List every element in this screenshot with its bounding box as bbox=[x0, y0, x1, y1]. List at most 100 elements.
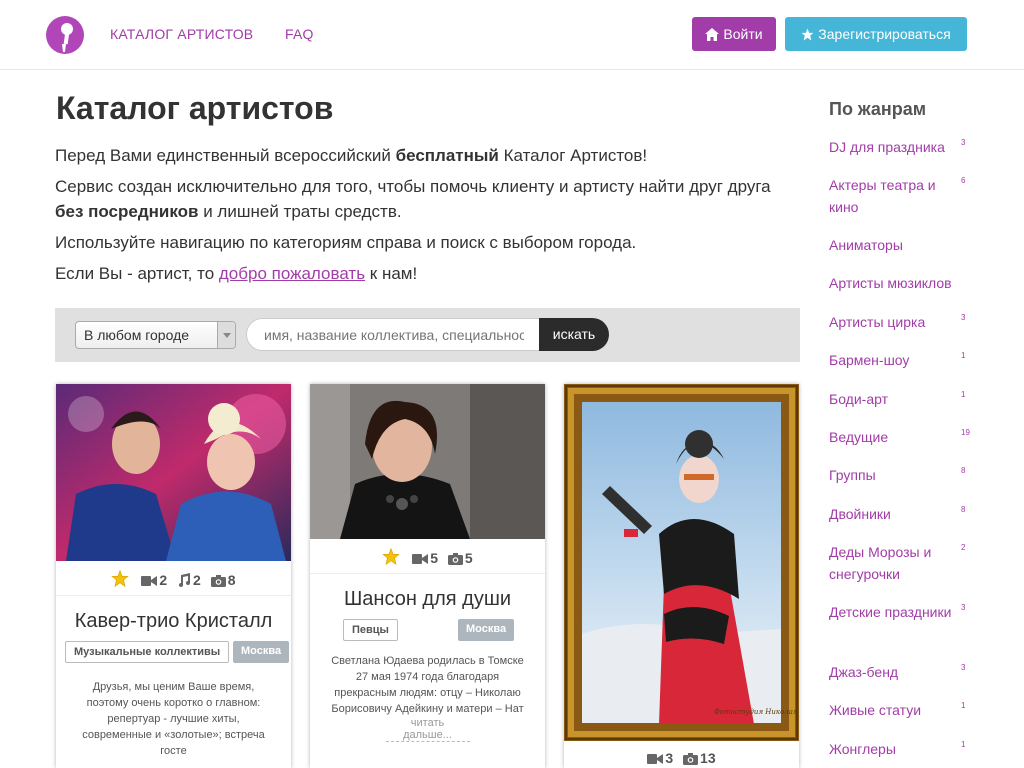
artist-card-3[interactable]: Фотостудия Николая Турина 2013 3 13 bbox=[564, 384, 799, 768]
sidebar-item-kids-parties[interactable]: Детские праздники bbox=[829, 601, 959, 623]
artist-card-2[interactable]: 5 5 Шансон для души Певцы Москва Светлан… bbox=[310, 384, 545, 768]
nav-catalog-link[interactable]: КАТАЛОГ АРТИСТОВ bbox=[110, 26, 253, 42]
sidebar-item-jugglers[interactable]: Жонглеры bbox=[829, 738, 959, 760]
video-count: 5 bbox=[412, 550, 438, 566]
page-title: Каталог артистов bbox=[56, 90, 334, 126]
video-camera-icon bbox=[647, 754, 664, 764]
category-tag[interactable]: Певцы bbox=[343, 619, 398, 641]
intro-line-3: Используйте навигацию по категориям спра… bbox=[55, 233, 637, 252]
category-tag[interactable]: Музыкальные коллективы bbox=[65, 641, 230, 663]
artist-description-2: Светлана Юдаева родилась в Томске 27 мая… bbox=[331, 655, 524, 715]
intro-line-2c: и лишней траты средств. bbox=[198, 202, 402, 221]
video-count: 3 bbox=[647, 750, 673, 766]
genre-count-badge: 1 bbox=[961, 740, 966, 749]
genre-count-badge: 1 bbox=[961, 351, 966, 360]
intro-text: Перед Вами единственный всероссийский бе… bbox=[55, 143, 795, 292]
welcome-link[interactable]: добро пожаловать bbox=[219, 264, 365, 283]
genre-count-badge: 8 bbox=[961, 466, 966, 475]
register-button[interactable]: Зарегистрироваться bbox=[785, 17, 967, 51]
genre-count-badge: 3 bbox=[961, 313, 966, 322]
music-note-icon bbox=[179, 573, 191, 587]
rating-star bbox=[382, 547, 402, 566]
camera-icon bbox=[447, 553, 463, 565]
microphone-logo-icon[interactable] bbox=[46, 16, 84, 54]
search-input[interactable] bbox=[246, 318, 542, 351]
card-tags-1: Музыкальные коллективы Москва bbox=[60, 641, 290, 667]
genre-count-badge: 3 bbox=[961, 603, 966, 612]
top-navbar: КАТАЛОГ АРТИСТОВ FAQ Войти Зарегистриров… bbox=[0, 0, 1024, 70]
chevron-down-icon[interactable] bbox=[217, 322, 235, 348]
star-icon bbox=[801, 28, 814, 41]
read-more-link[interactable]: читать дальше... bbox=[385, 717, 470, 742]
sidebar-item-circus[interactable]: Артисты цирка bbox=[829, 311, 959, 333]
photo-count: 5 bbox=[447, 550, 473, 566]
intro-line-2a: Сервис создан исключительно для того, чт… bbox=[55, 177, 771, 196]
register-label: Зарегистрироваться bbox=[818, 26, 951, 42]
card-stats-3: 3 13 bbox=[564, 741, 799, 768]
login-button[interactable]: Войти bbox=[692, 17, 776, 51]
audio-count-value: 2 bbox=[193, 572, 201, 588]
sidebar-item-doubles[interactable]: Двойники bbox=[829, 503, 959, 525]
card-stats-2: 5 5 bbox=[310, 539, 545, 574]
sidebar-item-animators[interactable]: Аниматоры bbox=[829, 234, 959, 256]
intro-line-2: Сервис создан исключительно для того, чт… bbox=[55, 174, 795, 224]
city-select[interactable]: В любом городе bbox=[75, 321, 236, 349]
city-tag[interactable]: Москва bbox=[458, 619, 515, 641]
artist-card-1[interactable]: 2 2 8 Кавер-трио Кристалл Музыкальные ко… bbox=[56, 384, 291, 768]
genre-count-badge: 1 bbox=[961, 701, 966, 710]
city-tag[interactable]: Москва bbox=[233, 641, 290, 663]
sidebar-item-hosts[interactable]: Ведущие bbox=[829, 426, 959, 448]
login-label: Войти bbox=[723, 26, 763, 42]
photo-count: 13 bbox=[683, 750, 716, 766]
video-count-value: 2 bbox=[159, 572, 168, 588]
genre-count-badge: 2 bbox=[961, 543, 966, 552]
sidebar-item-barman-show[interactable]: Бармен-шоу bbox=[829, 349, 959, 371]
star-icon bbox=[111, 569, 130, 588]
city-select-value: В любом городе bbox=[84, 327, 190, 343]
artist-photo-3[interactable]: Фотостудия Николая Турина 2013 bbox=[564, 384, 799, 741]
sidebar-item-santa[interactable]: Деды Морозы и снегурочки bbox=[829, 541, 959, 585]
genre-count-badge: 6 bbox=[961, 176, 966, 185]
artist-photo-1[interactable] bbox=[56, 384, 291, 561]
search-button[interactable]: искать bbox=[539, 318, 609, 351]
sidebar-item-body-art[interactable]: Боди-арт bbox=[829, 388, 959, 410]
artist-photo-2[interactable] bbox=[310, 384, 545, 539]
artist-name-1[interactable]: Кавер-трио Кристалл bbox=[56, 596, 291, 641]
intro-line-4: Если Вы - артист, то добро пожаловать к … bbox=[55, 261, 795, 286]
video-count-value: 3 bbox=[665, 750, 674, 766]
photo-count-value: 8 bbox=[227, 572, 236, 588]
artist-name-2[interactable]: Шансон для души bbox=[310, 574, 545, 619]
intro-line-2b: без посредников bbox=[55, 202, 199, 221]
sidebar-item-musicals[interactable]: Артисты мюзиклов bbox=[829, 272, 959, 294]
intro-line-1: Перед Вами единственный всероссийский бе… bbox=[55, 143, 795, 168]
sidebar-item-groups[interactable]: Группы bbox=[829, 464, 959, 486]
nav-faq-link[interactable]: FAQ bbox=[285, 26, 314, 42]
intro-line-1b: бесплатный bbox=[395, 146, 499, 165]
intro-line-1c: Каталог Артистов! bbox=[498, 146, 648, 165]
card-tags-2: Певцы Москва bbox=[314, 619, 541, 645]
camera-icon bbox=[683, 753, 699, 765]
genre-count-badge: 3 bbox=[961, 663, 966, 672]
star-icon bbox=[382, 547, 401, 566]
video-count: 2 bbox=[141, 572, 167, 588]
photo-count-value: 5 bbox=[464, 550, 473, 566]
intro-line-1a: Перед Вами единственный всероссийский bbox=[55, 146, 396, 165]
photo-signature: Фотостудия Николая Турина 2013 bbox=[714, 708, 799, 716]
search-bar: В любом городе искать bbox=[55, 308, 800, 362]
video-count-value: 5 bbox=[430, 550, 438, 566]
genre-count-badge: 8 bbox=[961, 505, 966, 514]
home-icon bbox=[705, 28, 720, 41]
intro-line-4a: Если Вы - артист, то bbox=[55, 264, 219, 283]
sidebar-item-actors[interactable]: Актеры театра и кино bbox=[829, 174, 959, 218]
intro-line-4b: к нам! bbox=[365, 264, 418, 283]
video-camera-icon bbox=[141, 576, 158, 586]
sidebar-item-living-statues[interactable]: Живые статуи bbox=[829, 699, 959, 721]
genres-title: По жанрам bbox=[829, 99, 927, 119]
sidebar-item-jazz-band[interactable]: Джаз-бенд bbox=[829, 661, 959, 683]
card-stats-1: 2 2 8 bbox=[56, 561, 291, 596]
genre-count-badge: 3 bbox=[961, 138, 966, 147]
genre-count-badge: 1 bbox=[961, 390, 966, 399]
sidebar-item-dj[interactable]: DJ для праздника bbox=[829, 136, 959, 158]
artist-description-1: Друзья, мы ценим Ваше время, поэтому оче… bbox=[82, 681, 265, 757]
rating-star bbox=[111, 569, 131, 588]
